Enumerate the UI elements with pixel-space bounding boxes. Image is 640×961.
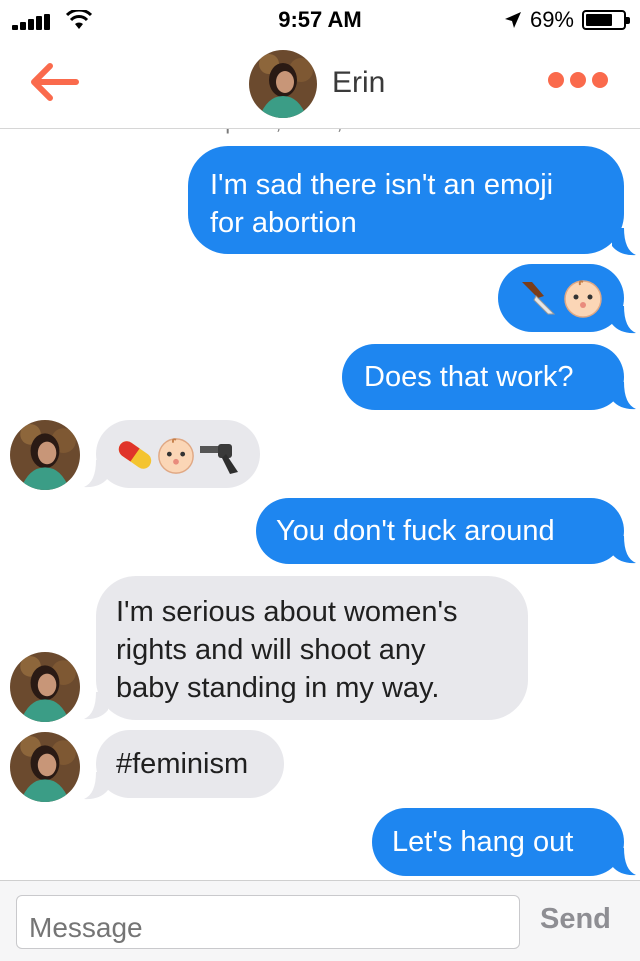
more-dots-icon[interactable] (548, 72, 608, 88)
contact-avatar[interactable] (10, 420, 80, 490)
message-text-line: I'm sad there isn't an emoji (210, 169, 554, 201)
message-text-line: Let's hang out (392, 826, 574, 858)
send-button[interactable]: Send (540, 903, 611, 936)
message-text-line: for abortion (210, 207, 357, 239)
battery-percent: 69% (529, 7, 574, 32)
message-text-line: baby standing in my way. (116, 672, 440, 704)
message-input[interactable] (16, 895, 520, 949)
message-text-line: You don't fuck around (276, 515, 555, 547)
message-composer: Send (0, 880, 640, 961)
pill-emoji (118, 441, 152, 469)
location-arrow-icon (504, 12, 521, 28)
baby-emoji (158, 438, 194, 474)
message-text-line: rights and will shoot any (116, 634, 426, 666)
contact-avatar[interactable] (10, 652, 80, 722)
contact-avatar[interactable] (10, 732, 80, 802)
back-arrow-icon[interactable] (28, 60, 80, 104)
knife-emoji (522, 282, 556, 315)
contact-avatar[interactable] (249, 50, 317, 118)
conversation-header: Erin (0, 40, 640, 129)
battery-icon (582, 10, 630, 30)
message-text-line: Does that work? (364, 361, 574, 393)
gun-emoji (200, 444, 238, 474)
contact-name[interactable]: Erin (332, 66, 385, 100)
message-text-line: #feminism (116, 748, 249, 780)
status-bar: 9:57 AM 69% (0, 0, 640, 40)
message-text-line: I'm serious about women's (116, 596, 458, 628)
baby-emoji (564, 280, 602, 318)
